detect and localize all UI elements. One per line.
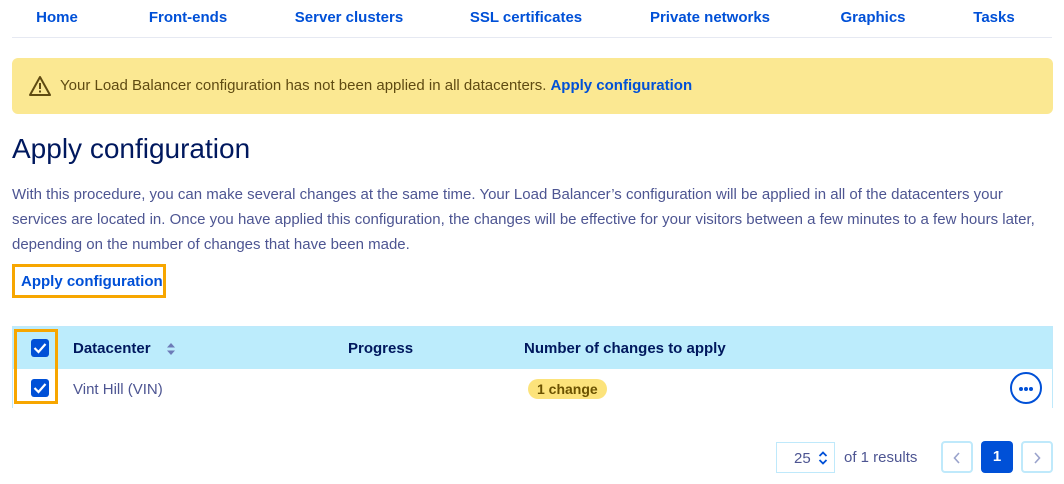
banner-message: Your Load Balancer configuration has not… [60,77,692,94]
page-button-current[interactable]: 1 [981,441,1013,473]
page-size-value: 25 [794,450,811,467]
tab-ssl-certificates[interactable]: SSL certificates [470,9,582,26]
column-changes: Number of changes to apply [524,340,726,357]
page-title: Apply configuration [12,133,251,164]
column-progress: Progress [348,340,414,357]
previous-page-button[interactable] [941,441,973,473]
chevron-left-icon [953,452,960,464]
tab-front-ends[interactable]: Front-ends [149,9,227,26]
warning-banner: Your Load Balancer configuration has not… [12,58,1053,114]
next-page-button[interactable] [1021,441,1053,473]
table-row: Vint Hill (VIN) 1 change [13,369,1052,408]
row-actions-button[interactable] [1010,372,1042,404]
tab-graphics[interactable]: Graphics [840,9,905,26]
datacenter-table: Datacenter Progress Number of changes to… [12,326,1053,408]
table-header: Datacenter Progress Number of changes to… [13,327,1052,369]
checkbox-highlight [14,329,58,404]
tab-server-clusters[interactable]: Server clusters [295,9,403,26]
changes-badge: 1 change [528,379,607,399]
chevron-updown-icon [818,451,828,465]
chevron-right-icon [1034,452,1041,464]
results-count: of 1 results [844,449,918,466]
page-size-select[interactable]: 25 [776,442,835,473]
tab-home[interactable]: Home [36,9,78,26]
column-datacenter[interactable]: Datacenter [73,340,151,357]
datacenter-cell: Vint Hill (VIN) [73,381,163,398]
page-description: With this procedure, you can make severa… [12,186,1035,253]
warning-icon [29,76,51,96]
apply-configuration-button[interactable]: Apply configuration [12,264,166,298]
banner-apply-link[interactable]: Apply configuration [550,77,692,94]
tab-tasks[interactable]: Tasks [973,9,1014,26]
banner-text: Your Load Balancer configuration has not… [60,77,547,94]
sort-icon[interactable] [166,342,176,356]
top-navigation: Home Front-ends Server clusters SSL cert… [12,0,1052,38]
tab-private-networks[interactable]: Private networks [650,9,770,26]
